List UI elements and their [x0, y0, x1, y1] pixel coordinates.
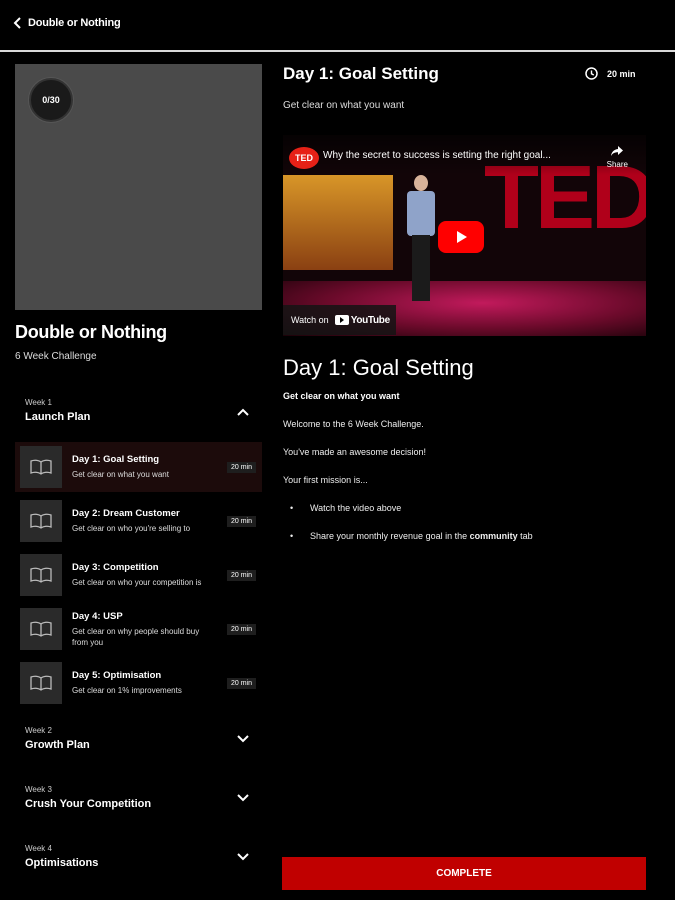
week-2-header[interactable]: Week 2 Growth Plan [15, 720, 262, 760]
duration-badge: 20 min [226, 461, 256, 473]
video-title[interactable]: Why the secret to success is setting the… [323, 150, 595, 161]
duration-label: 20 min [607, 68, 636, 79]
lesson-day-2[interactable]: Day 2: Dream Customer Get clear on who y… [15, 496, 262, 546]
lesson-subtitle: Get clear on what you want [283, 100, 405, 111]
share-button[interactable]: Share [607, 145, 628, 169]
week-4-header[interactable]: Week 4 Optimisations [15, 838, 262, 878]
share-label: Share [606, 160, 628, 169]
week-name: Growth Plan [25, 739, 90, 751]
content-title: Day 1: Goal Setting [283, 355, 474, 380]
duration-badge: 20 min [226, 569, 256, 581]
community-link[interactable]: community [470, 531, 518, 541]
play-icon [457, 231, 467, 243]
video-backdrop-art [283, 175, 393, 270]
chevron-down-icon [237, 794, 249, 802]
week-number: Week 4 [25, 844, 52, 853]
week-3-header[interactable]: Week 3 Crush Your Competition [15, 779, 262, 819]
lesson-title: Day 4: USP [72, 610, 123, 622]
share-icon [611, 146, 624, 156]
list-item-text: Share your monthly revenue goal in the [310, 531, 468, 541]
list-item-text: Watch the video above [310, 503, 402, 513]
content-paragraph: Welcome to the 6 Week Challenge. [283, 419, 424, 429]
lesson-description: Get clear on who you're selling to [72, 524, 191, 533]
watch-on-youtube-button[interactable]: Watch on YouTube [283, 305, 396, 335]
duration-badge: 20 min [226, 677, 256, 689]
list-item-text-end: tab [520, 531, 533, 541]
video-player[interactable]: TED TED Why the secret to success is set… [283, 135, 646, 336]
duration-badge: 20 min [226, 515, 256, 527]
book-icon [20, 500, 62, 542]
lesson-day-4[interactable]: Day 4: USP Get clear on why people shoul… [15, 604, 262, 654]
content-paragraph: You've made an awesome decision! [283, 447, 426, 457]
week-name: Optimisations [25, 857, 99, 869]
content-lead: Get clear on what you want [283, 391, 400, 401]
week-number: Week 3 [25, 785, 52, 794]
lesson-title: Day 2: Dream Customer [72, 508, 180, 519]
complete-label: COMPLETE [436, 868, 492, 879]
youtube-play-icon [334, 315, 349, 325]
week-number: Week 2 [25, 726, 52, 735]
week-1-header[interactable]: Week 1 Launch Plan [15, 392, 262, 432]
book-icon [20, 446, 62, 488]
youtube-logo: YouTube [334, 314, 391, 326]
chevron-up-icon [237, 408, 249, 416]
lesson-title: Day 3: Competition [72, 562, 159, 573]
lesson-description: Get clear on 1% improvements [72, 686, 182, 695]
lesson-day-3[interactable]: Day 3: Competition Get clear on who your… [15, 550, 262, 600]
book-icon [20, 608, 62, 650]
course-title: Double or Nothing [15, 322, 167, 342]
course-thumbnail: 0/30 [15, 64, 262, 310]
lesson-title: Day 5: Optimisation [72, 670, 162, 681]
complete-button[interactable]: COMPLETE [282, 857, 646, 890]
lesson-day-1[interactable]: Day 1: Goal Setting Get clear on what yo… [15, 442, 262, 492]
content-paragraph: Your first mission is... [283, 475, 368, 485]
top-bar: Double or Nothing [0, 0, 675, 52]
book-icon [20, 662, 62, 704]
duration-badge: 20 min [226, 623, 256, 635]
channel-avatar[interactable]: TED [289, 147, 319, 169]
lesson-title: Day 1: Goal Setting [72, 454, 160, 465]
chevron-down-icon [237, 853, 249, 861]
lesson-description: Get clear on what you want [72, 470, 169, 479]
list-item: • Watch the video above [290, 503, 402, 513]
watch-on-label: Watch on [291, 315, 329, 325]
book-icon [20, 554, 62, 596]
youtube-label: YouTube [350, 314, 391, 326]
lesson-description: Get clear on why people should buy from … [72, 626, 200, 647]
week-number: Week 1 [25, 398, 52, 407]
video-speaker [405, 175, 437, 305]
lesson-duration: 20 min [585, 67, 636, 80]
course-subtitle: 6 Week Challenge [15, 351, 97, 362]
back-label: Double or Nothing [28, 17, 121, 29]
progress-indicator: 0/30 [29, 78, 73, 122]
chevron-down-icon [237, 735, 249, 743]
week-name: Launch Plan [25, 411, 91, 423]
lesson-heading: Day 1: Goal Setting [283, 64, 439, 83]
play-button[interactable] [438, 221, 484, 253]
week-name: Crush Your Competition [25, 798, 152, 810]
chevron-left-icon [13, 17, 21, 29]
lesson-day-5[interactable]: Day 5: Optimisation Get clear on 1% impr… [15, 658, 262, 708]
clock-icon [585, 67, 598, 80]
lesson-description: Get clear on who your competition is [72, 578, 202, 587]
list-item: • Share your monthly revenue goal in the… [290, 531, 533, 541]
back-button[interactable]: Double or Nothing [12, 16, 121, 30]
progress-label: 0/30 [42, 95, 60, 105]
